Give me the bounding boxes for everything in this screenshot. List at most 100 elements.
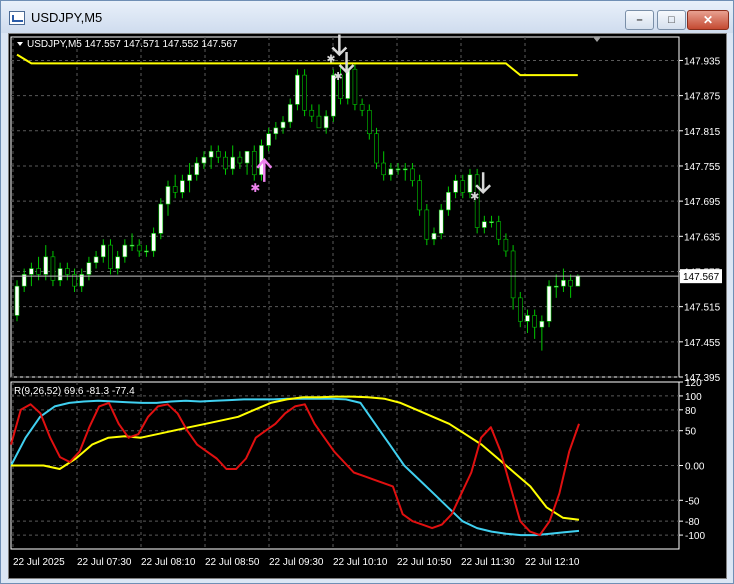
time-label: 22 Jul 07:30 [77,557,132,568]
time-label: 22 Jul 10:10 [333,557,388,568]
candle-body [517,297,523,322]
candle-body [359,104,365,111]
candle-body [482,221,487,228]
indicator-tick-label: -100 [685,531,705,542]
candle-body [410,168,415,181]
price-tick-label: 147.755 [684,162,721,173]
indicator-tick-label: 80 [685,406,697,417]
candle-body [93,256,99,263]
candle-body [50,256,56,281]
candle-body [374,133,379,164]
candle-body [230,156,235,170]
candle-body [237,156,243,164]
time-label: 22 Jul 10:50 [397,557,452,568]
candle-body [316,115,322,129]
candle-body [287,104,293,123]
candle-body [367,109,372,135]
candle-body [575,275,581,287]
overlay: ✱ ✱ ✱ ✱ [11,34,679,277]
candle-body [36,268,41,275]
main-plot-frame [10,36,680,378]
candles [14,63,581,351]
candle-body [43,256,49,275]
candle-body [86,262,92,275]
candle-body [553,285,559,288]
indicator-header: R(9,26,52) 69.6 -81.3 -77.4 [14,386,135,397]
minimize-icon: – [636,14,643,26]
candle-body [395,168,401,171]
chart-window: USDJPY,M5 – □ ✕ ✱ ✱ ✱ ✱ 147.935 147.875 147.8… [0,0,734,584]
current-price-label: 147.567 [683,272,720,283]
candle-body [158,203,164,234]
title-bar[interactable]: USDJPY,M5 – □ ✕ [1,1,733,33]
candle-body [510,250,516,299]
close-icon: ✕ [702,13,714,27]
main-chart-header: USDJPY,M5 147.557 147.571 147.552 147.56… [27,39,238,50]
maximize-button[interactable]: □ [657,10,686,30]
candle-body [223,156,228,170]
indicator-tick-label: 100 [685,392,702,403]
sell-star-icon: ✱ [334,70,343,83]
candle-body [180,180,185,193]
indicator-tick-label: 50 [685,427,697,438]
candle-body [532,315,537,328]
rsi-mid-line [10,397,580,537]
candle-body [323,115,329,129]
candle-body [561,279,566,287]
grid [10,36,680,550]
time-label: 22 Jul 08:50 [205,557,260,568]
candle-body [352,68,358,105]
candle-body [345,68,351,99]
candle-body [108,244,113,269]
candle-body [273,127,279,135]
candle-body [251,151,257,176]
candle-body [216,151,221,158]
price-chart-svg[interactable]: ✱ ✱ ✱ ✱ 147.935 147.875 147.815 147.755 147.695… [9,34,726,578]
candle-body [503,238,509,252]
candle-body [381,162,386,176]
candle-body [295,74,300,105]
window-title: USDJPY,M5 [31,10,103,25]
price-tick-label: 147.815 [684,127,721,138]
candle-body [129,244,135,247]
candle-body [151,233,156,252]
candle-body [402,168,408,171]
price-tick-label: 147.455 [684,338,721,349]
price-tick-label: 147.695 [684,197,721,208]
candle-body [460,180,466,193]
candle-body [546,285,552,322]
candle-body [194,162,200,176]
candle-body [438,209,444,234]
time-label: 22 Jul 11:30 [461,557,515,568]
candle-body [208,151,214,158]
buy-star-icon: ✱ [250,181,260,195]
sell-star-icon: ✱ [326,52,335,65]
candle-body [539,321,545,328]
candle-body [136,244,142,252]
shift-marker-icon [593,37,601,42]
close-button[interactable]: ✕ [687,10,729,30]
time-label: 22 Jul 2025 [13,557,65,568]
price-tick-label: 147.875 [684,92,721,103]
candle-body [489,221,494,223]
candle-body [280,121,286,129]
indicator-tick-label: -80 [685,517,700,528]
time-label: 22 Jul 12:10 [525,557,580,568]
indicator-tick-label: 120 [685,378,702,389]
candle-body [431,233,437,240]
sell-arrow-icon [338,52,355,74]
candle-body [65,268,70,275]
candle-body [302,74,307,111]
candle-body [424,209,430,240]
candle-body [122,244,128,258]
candle-body [14,285,20,316]
candle-body [309,109,315,117]
candle-body [388,168,394,176]
triangle-down-icon [17,42,23,46]
chart-area[interactable]: ✱ ✱ ✱ ✱ 147.935 147.875 147.815 147.755 147.695… [8,33,727,579]
candle-body [165,186,171,205]
candle-body [100,244,106,258]
candle-body [266,133,271,146]
minimize-button[interactable]: – [625,10,654,30]
candle-body [57,268,63,281]
